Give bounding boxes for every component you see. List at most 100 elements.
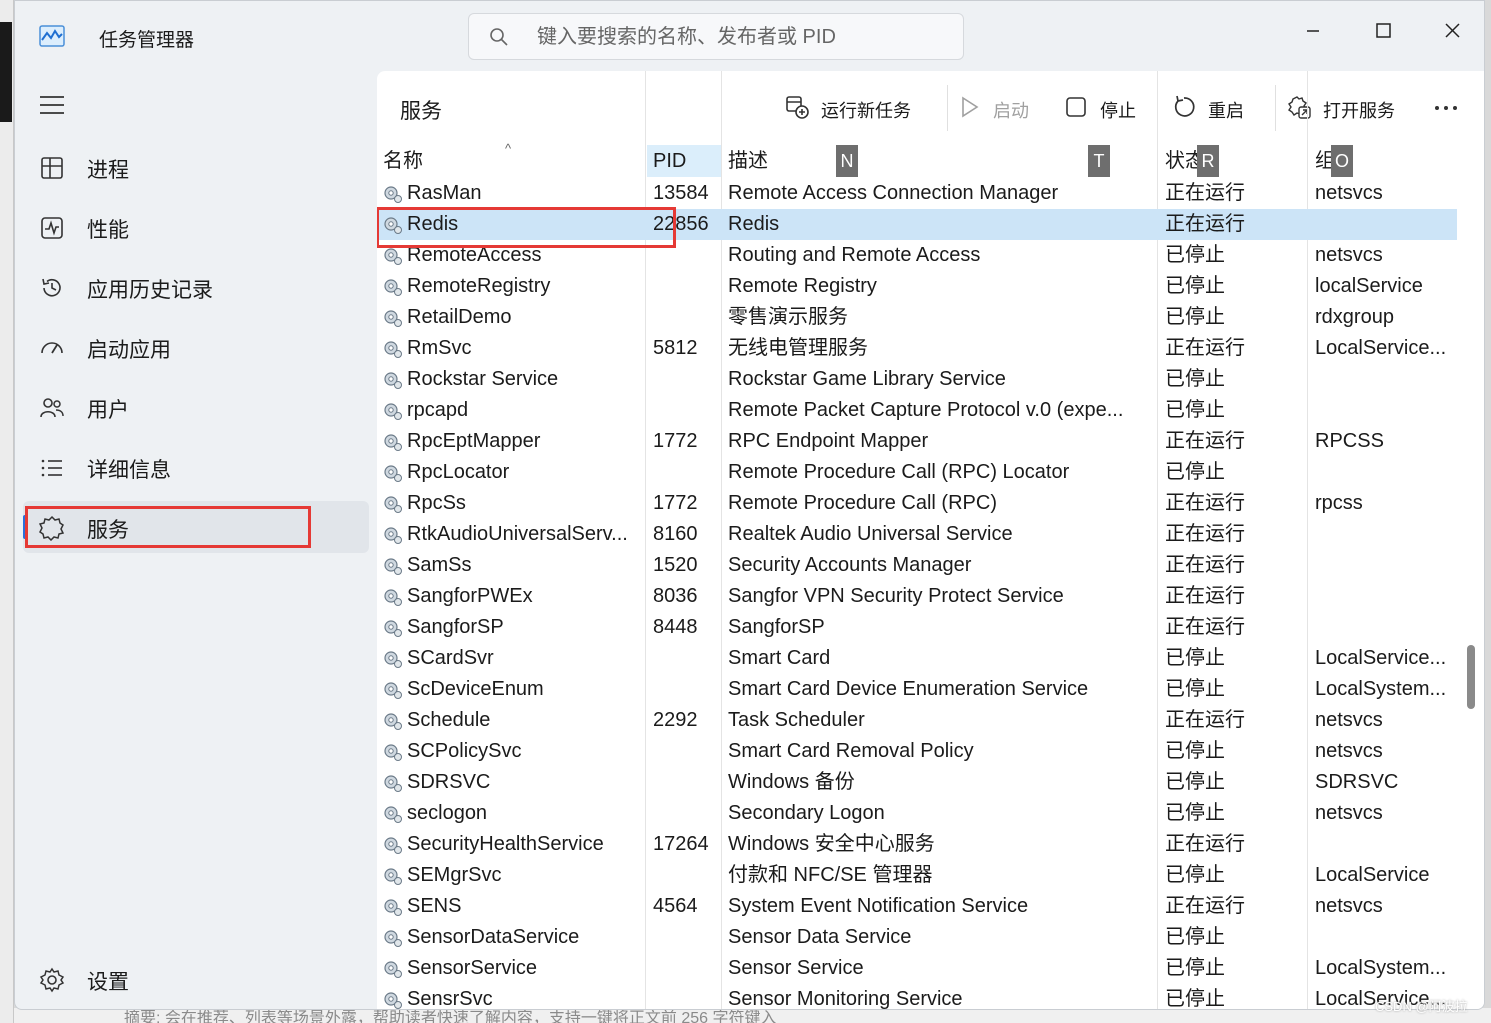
table-row[interactable]: SamSs 1520 Security Accounts Manager 正在运行 <box>377 550 1457 581</box>
service-name: Rockstar Service <box>407 368 559 390</box>
service-description: Windows 安全中心服务 <box>728 833 935 855</box>
service-gear-icon <box>384 341 402 358</box>
table-row[interactable]: RasMan 13584 Remote Access Connection Mana… <box>377 178 1457 209</box>
performance-icon <box>41 217 63 239</box>
sidebar-item-app-history[interactable]: 应用历史记录 <box>23 261 369 313</box>
table-row[interactable]: SecurityHealthService 17264 Windows 安全中心服务… <box>377 829 1457 860</box>
table-row[interactable]: SDRSVC Windows 备份 已停止 SDRSVC <box>377 767 1457 798</box>
table-row[interactable]: SangforSP 8448 SangforSP 正在运行 <box>377 612 1457 643</box>
service-pid <box>653 457 723 488</box>
service-pid <box>653 674 723 705</box>
column-header-status[interactable]: 状态 <box>1159 145 1307 177</box>
background-editor-text: 摘要: 会在推荐、列表等场景外露，帮助读者快速了解内容，支持一键将正文前 256… <box>14 1008 1491 1023</box>
table-row[interactable]: rpcapd Remote Packet Capture Protocol v.0… <box>377 395 1457 426</box>
sidebar-item-settings[interactable]: 设置 <box>23 953 369 1005</box>
service-gear-icon <box>384 527 402 544</box>
service-group: netsvcs <box>1315 244 1383 266</box>
service-group <box>1315 395 1457 426</box>
table-row[interactable]: SensrSvc Sensor Monitoring Service 已停止 Loca… <box>377 984 1457 1010</box>
table-row[interactable]: SCardSvr Smart Card 已停止 LocalService... <box>377 643 1457 674</box>
search-input[interactable] <box>537 22 947 52</box>
restart-button[interactable]: 重启 <box>1172 91 1262 125</box>
service-group: LocalService... <box>1315 647 1447 669</box>
hamburger-menu-icon[interactable] <box>37 93 67 117</box>
service-group: SDRSVC <box>1315 771 1399 793</box>
stop-button[interactable]: 停止 <box>1064 91 1154 125</box>
service-pid: 13584 <box>653 182 709 204</box>
service-description: Task Scheduler <box>728 709 865 731</box>
table-row[interactable]: SangforPWEx 8036 Sangfor VPN Security Prot… <box>377 581 1457 612</box>
table-row[interactable]: ScDeviceEnum Smart Card Device Enumeratio… <box>377 674 1457 705</box>
service-status: 正在运行 <box>1165 833 1245 855</box>
table-row[interactable]: SCPolicySvc Smart Card Removal Policy 已停止 n… <box>377 736 1457 767</box>
service-description: Windows 备份 <box>728 771 855 793</box>
table-row[interactable]: RemoteAccess Routing and Remote Access 已停止… <box>377 240 1457 271</box>
table-row[interactable]: SensorService Sensor Service 已停止 LocalSyste… <box>377 953 1457 984</box>
sidebar-item-details[interactable]: 详细信息 <box>23 441 369 493</box>
table-row[interactable]: RetailDemo 零售演示服务 已停止 rdxgroup <box>377 302 1457 333</box>
run-new-task-button[interactable]: 运行新任务 <box>785 91 925 125</box>
history-icon <box>42 278 61 297</box>
service-description: Sensor Data Service <box>728 926 912 948</box>
header-badge: R <box>1197 145 1219 177</box>
run-new-task-label: 运行新任务 <box>821 101 911 121</box>
service-group <box>1315 581 1457 612</box>
service-status: 已停止 <box>1165 399 1225 421</box>
service-name: seclogon <box>407 802 488 824</box>
service-name: Redis <box>407 213 459 235</box>
toolbar-separator <box>947 85 948 131</box>
service-status: 已停止 <box>1165 926 1225 948</box>
service-status: 已停止 <box>1165 740 1225 762</box>
minimize-button[interactable] <box>1293 9 1333 41</box>
sidebar-item-startup-apps[interactable]: 启动应用 <box>23 321 369 373</box>
service-pid <box>653 364 723 395</box>
service-gear-icon <box>384 217 402 234</box>
service-name: RasMan <box>407 182 482 204</box>
sidebar-item-processes[interactable]: 进程 <box>23 141 369 193</box>
sidebar-item-label: 详细信息 <box>87 459 171 482</box>
table-row[interactable]: Redis 22856 Redis 正在运行 <box>377 209 1457 240</box>
service-gear-icon <box>384 682 402 699</box>
table-row[interactable]: Rockstar Service Rockstar Game Library Se… <box>377 364 1457 395</box>
start-button[interactable]: 启动 <box>957 91 1047 125</box>
table-row[interactable]: RpcSs 1772 Remote Procedure Call (RPC) 正在运行… <box>377 488 1457 519</box>
service-name: SensorService <box>407 957 538 979</box>
search-box[interactable] <box>468 13 964 60</box>
service-pid <box>653 860 723 891</box>
service-pid <box>653 953 723 984</box>
table-row[interactable]: Schedule 2292 Task Scheduler 正在运行 netsvcs <box>377 705 1457 736</box>
service-description: Sensor Monitoring Service <box>728 988 963 1010</box>
service-gear-icon <box>384 558 402 575</box>
sidebar-item-performance[interactable]: 性能 <box>23 201 369 253</box>
service-group: LocalSystem... <box>1315 678 1447 700</box>
vertical-scrollbar[interactable] <box>1467 645 1475 709</box>
table-row[interactable]: seclogon Secondary Logon 已停止 netsvcs <box>377 798 1457 829</box>
header-badge: T <box>1088 145 1110 177</box>
service-pid <box>653 271 723 302</box>
service-group: rdxgroup <box>1315 306 1394 328</box>
run-task-icon <box>786 96 809 119</box>
table-row[interactable]: RpcEptMapper 1772 RPC Endpoint Mapper 正在运行 R… <box>377 426 1457 457</box>
close-button[interactable] <box>1433 9 1473 41</box>
service-status: 正在运行 <box>1165 709 1245 731</box>
table-row[interactable]: SEMgrSvc 付款和 NFC/SE 管理器 已停止 LocalService <box>377 860 1457 891</box>
service-name: SEMgrSvc <box>407 864 502 886</box>
table-row[interactable]: SENS 4564 System Event Notification Servic… <box>377 891 1457 922</box>
table-row[interactable]: RmSvc 5812 无线电管理服务 正在运行 LocalService... <box>377 333 1457 364</box>
service-status: 正在运行 <box>1165 213 1245 235</box>
table-row[interactable]: RtkAudioUniversalServ... 8160 Realtek Audi… <box>377 519 1457 550</box>
service-gear-icon <box>384 310 402 327</box>
table-row[interactable]: SensorDataService Sensor Data Service 已停止 <box>377 922 1457 953</box>
service-group: netsvcs <box>1315 802 1383 824</box>
column-header-pid[interactable]: PID <box>647 145 721 177</box>
service-status: 已停止 <box>1165 678 1225 700</box>
maximize-button[interactable] <box>1363 9 1403 41</box>
more-options-icon[interactable] <box>1431 93 1461 123</box>
sidebar-item-services[interactable]: 服务 <box>23 501 369 553</box>
table-row[interactable]: RpcLocator Remote Procedure Call (RPC) Lo… <box>377 457 1457 488</box>
sidebar-item-users[interactable]: 用户 <box>23 381 369 433</box>
table-row[interactable]: RemoteRegistry Remote Registry 已停止 localSer… <box>377 271 1457 302</box>
services-icon <box>39 515 65 541</box>
restart-label: 重启 <box>1208 101 1244 121</box>
services-panel: 服务 运行新任务 启动 停止 重启 打开服务 名称 PID 描述 状态 组 ^ … <box>377 71 1484 1010</box>
